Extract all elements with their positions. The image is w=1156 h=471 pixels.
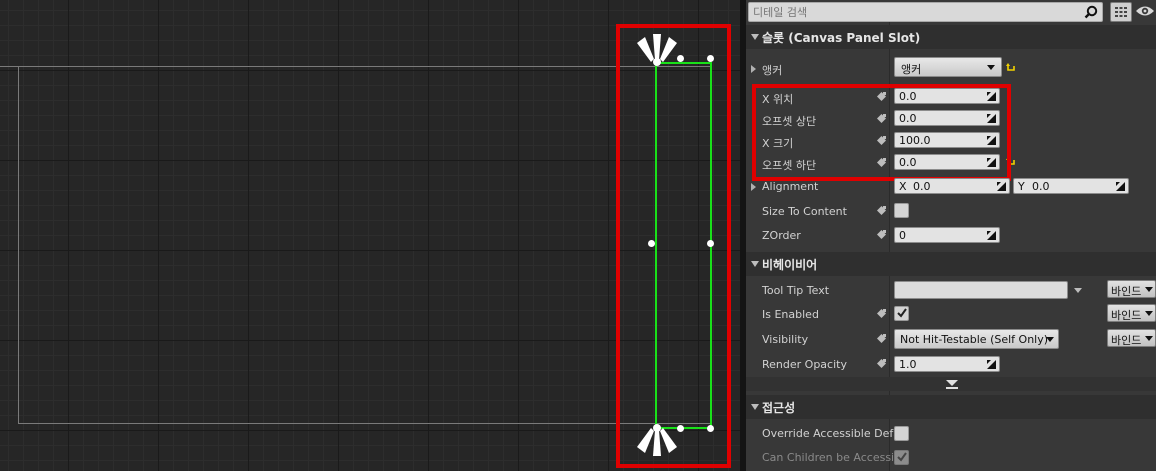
visibility-label: Visibility [762,333,809,346]
search-icon[interactable] [1084,5,1098,19]
visibility-dropdown[interactable]: Not Hit-Testable (Self Only) [894,329,1059,349]
eye-icon[interactable] [1135,4,1155,18]
expand-advanced-bar [946,387,958,389]
chevron-down-icon [1046,337,1054,342]
bind-button-label: 바인드 [1111,334,1142,347]
anchors-value: 앵커 [901,63,922,76]
override-accessible-checkbox[interactable] [894,426,909,441]
category-slot[interactable]: 슬롯 (Canvas Panel Slot) [746,25,1156,49]
tooltip-bind-button[interactable]: 바인드 [1107,280,1156,298]
size-to-content-label: Size To Content [762,205,847,218]
is-enabled-bind-button[interactable]: 바인드 [1107,304,1156,322]
category-accessibility-label: 접근성 [762,401,796,415]
alignment-x-field[interactable]: X 0.0 [894,178,1010,194]
keyframe-diamond-icon[interactable] [877,359,886,368]
highlight-box-offsets [752,84,1011,181]
alignment-label: Alignment [762,180,819,193]
is-enabled-checkbox[interactable] [894,306,909,321]
search-input[interactable] [753,4,1071,20]
expand-anchors-icon[interactable] [751,65,756,73]
anchors-dropdown[interactable]: 앵커 [894,57,1002,77]
visibility-value: Not Hit-Testable (Self Only) [900,333,1049,346]
can-children-accessible-label: Can Children be Accessib [762,451,902,464]
canvas-panel-outline [18,66,712,424]
drag-handle-icon[interactable] [1116,182,1125,191]
zorder-value: 0 [899,229,906,242]
tooltip-text-label: Tool Tip Text [762,284,830,297]
tooltip-options-icon[interactable] [1074,288,1082,293]
designer-viewport[interactable] [0,0,740,471]
drag-handle-icon[interactable] [987,360,996,369]
anchors-label: 앵커 [762,64,783,77]
bind-button-label: 바인드 [1111,285,1142,298]
expand-alignment-icon[interactable] [751,183,756,191]
chevron-down-icon [1145,311,1153,316]
visibility-bind-button[interactable]: 바인드 [1107,329,1156,347]
collapse-icon [751,261,759,267]
reset-to-default-icon[interactable] [1006,63,1016,73]
category-behavior-label: 비헤이비어 [762,258,818,272]
alignment-y-prefix: Y [1018,180,1025,193]
search-box[interactable] [748,2,1103,22]
canvas-axis-line [0,66,18,67]
alignment-y-value: 0.0 [1032,180,1050,193]
checkmark-icon [897,308,907,318]
property-matrix-icon[interactable] [1110,2,1132,22]
chevron-down-icon [1145,287,1153,292]
alignment-y-field[interactable]: Y 0.0 [1013,178,1129,194]
tooltip-text-input[interactable] [894,281,1068,299]
drag-handle-icon[interactable] [987,231,996,240]
collapse-icon [751,404,759,410]
render-opacity-label: Render Opacity [762,358,847,371]
can-children-accessible-checkbox [894,450,909,465]
is-enabled-label: Is Enabled [762,308,819,321]
category-accessibility[interactable]: 접근성 [746,395,1156,419]
override-accessible-label: Override Accessible Defa [762,427,900,440]
keyframe-diamond-icon[interactable] [877,309,886,318]
alignment-x-prefix: X [899,180,907,193]
chevron-down-icon [987,65,995,70]
checkmark-icon [897,452,907,462]
chevron-down-icon [1145,336,1153,341]
size-to-content-checkbox[interactable] [894,203,909,218]
keyframe-diamond-icon[interactable] [877,334,886,343]
collapse-icon [751,34,759,40]
zorder-label: ZOrder [762,229,801,242]
render-opacity-value: 1.0 [899,358,917,371]
zorder-field[interactable]: 0 [894,227,1000,243]
category-behavior[interactable]: 비헤이비어 [746,252,1156,276]
expand-advanced-icon[interactable] [946,380,958,386]
alignment-x-value: 0.0 [913,180,931,193]
render-opacity-field[interactable]: 1.0 [894,356,1000,372]
keyframe-diamond-icon[interactable] [877,230,886,239]
category-slot-label: 슬롯 (Canvas Panel Slot) [762,31,921,45]
details-panel: 슬롯 (Canvas Panel Slot) 앵커 앵커 X 위치 0.0 오프… [746,0,1156,471]
highlight-box-viewport [616,24,731,468]
bind-button-label: 바인드 [1111,309,1142,322]
keyframe-diamond-icon[interactable] [877,206,886,215]
drag-handle-icon[interactable] [997,182,1006,191]
